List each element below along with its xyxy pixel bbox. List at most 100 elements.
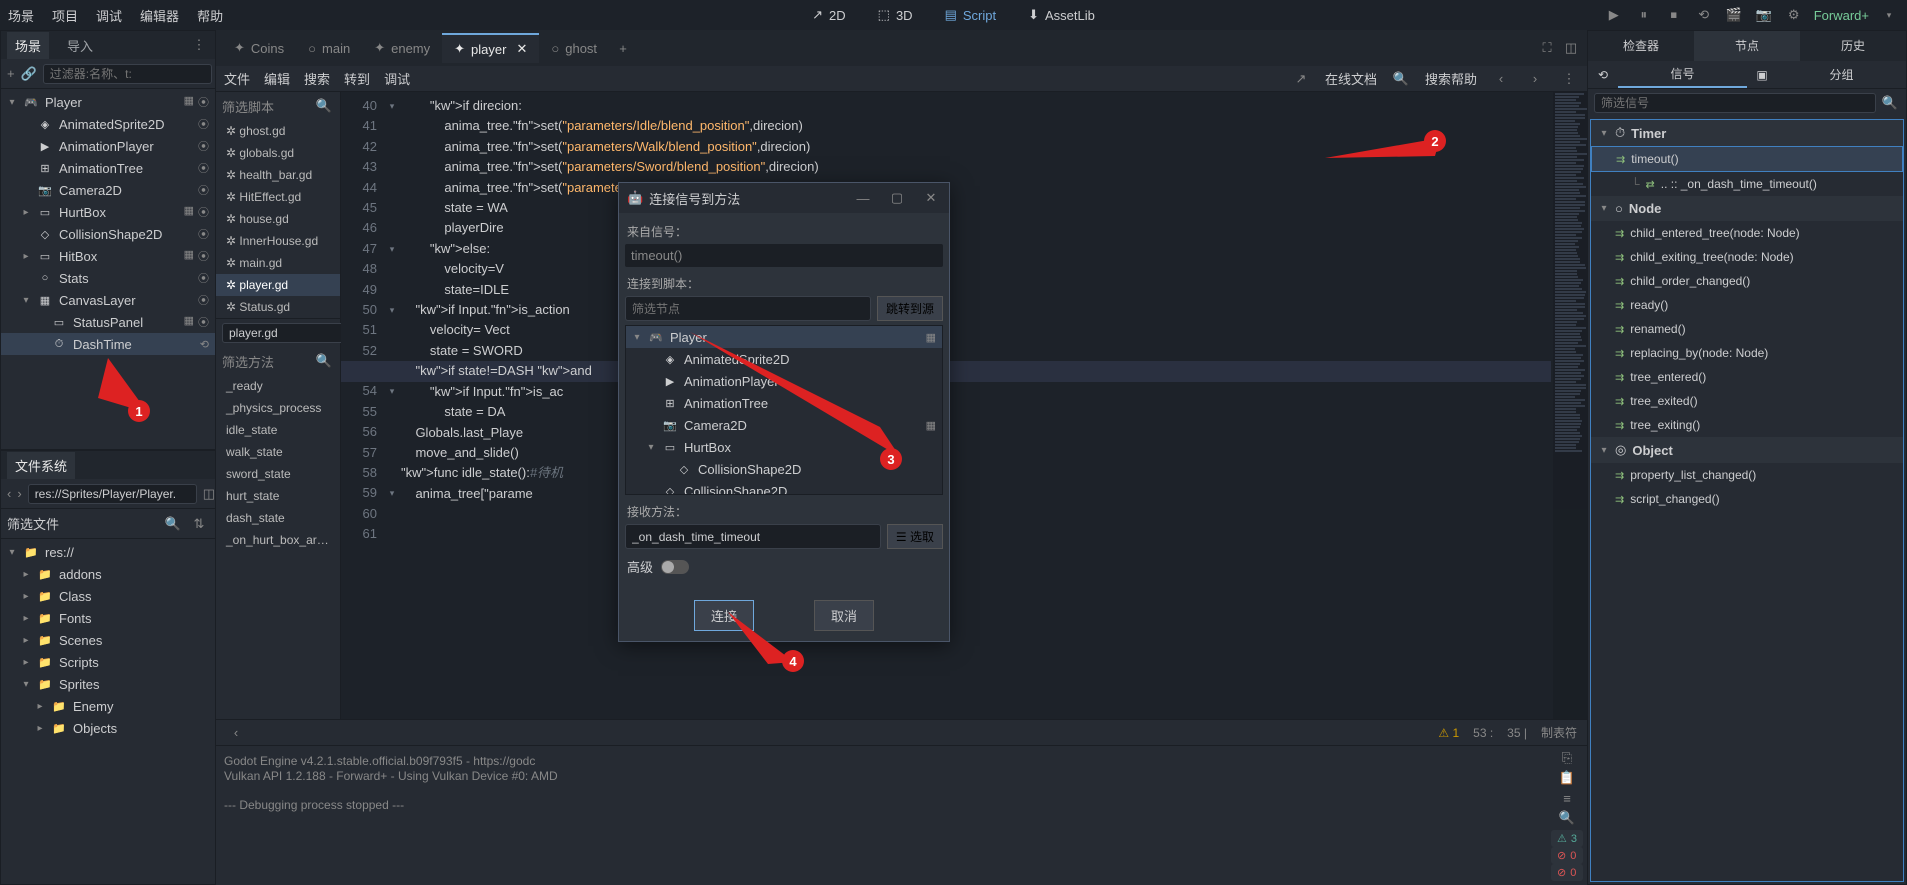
chevron-icon[interactable]: ▾ [7,547,17,558]
workspace-tab-Script[interactable]: ▤ Script [935,3,1007,27]
signal-item[interactable]: └ ⇄ .. :: _on_dash_time_timeout() [1591,172,1903,196]
tail-icon[interactable]: ⟲ [200,338,209,351]
collapse-icon[interactable]: ‹ [226,723,246,743]
chevron-icon[interactable]: ▾ [646,442,656,453]
online-docs-button[interactable]: 在线文档 [1325,69,1377,88]
tail-icon[interactable]: ⦿ [198,226,209,242]
script-item[interactable]: ✲ player.gd [216,274,340,296]
renderer-select[interactable]: Forward+ [1814,8,1869,23]
tail-icon[interactable]: ⦿ [198,292,209,308]
next-icon[interactable]: › [1525,69,1545,89]
link-icon[interactable]: 🔗 [21,64,37,84]
tail-icon[interactable]: ⦿ [198,314,209,330]
tail-icon[interactable]: ▦ [926,419,936,432]
add-tab-icon[interactable]: + [613,38,633,58]
tail-icon[interactable]: ⦿ [198,94,209,110]
search-help-icon[interactable]: 🔍 [1391,69,1411,89]
script-item[interactable]: ✲ globals.gd [216,142,340,164]
advanced-toggle[interactable] [661,560,689,574]
stop-icon[interactable]: ⏹ [1664,5,1684,25]
tail-icon[interactable]: ⦿ [198,270,209,286]
chevron-down-icon[interactable]: ▾ [1599,445,1609,456]
chevron-icon[interactable]: ▸ [21,251,31,262]
tree-node-HitBox[interactable]: ▸▭HitBox▦⦿ [1,245,215,267]
tab-scene[interactable]: 场景 [7,32,49,59]
menu-项目[interactable]: 项目 [52,6,78,25]
signal-item[interactable]: ⇉ property_list_changed() [1591,463,1903,487]
output-badge[interactable]: ⊘ 0 [1551,864,1583,881]
script-item[interactable]: ✲ main.gd [216,252,340,274]
script-tab-main[interactable]: ○ main [296,33,362,63]
tree-node-StatusPanel[interactable]: ▭StatusPanel▦⦿ [1,311,215,333]
tree-node-DashTime[interactable]: ⏱DashTime⟲ [1,333,215,355]
tail-icon[interactable]: ⦿ [198,204,209,220]
signal-item[interactable]: ⇉ tree_exited() [1591,389,1903,413]
method-item[interactable]: idle_state [216,419,340,441]
tree-node-Player[interactable]: ▾🎮Player▦ [626,326,942,348]
remote-icon[interactable]: ⟲ [1694,5,1714,25]
filter-nodes-input[interactable] [625,296,871,321]
method-item[interactable]: _physics_process [216,397,340,419]
script-item[interactable]: ✲ InnerHouse.gd [216,230,340,252]
chevron-icon[interactable]: ▾ [7,97,17,108]
signal-item[interactable]: ⇉ child_exiting_tree(node: Node) [1591,245,1903,269]
signal-item[interactable]: ⇉ child_order_changed() [1591,269,1903,293]
tree-node-Player[interactable]: ▾🎮Player▦⦿ [1,91,215,113]
prev-icon[interactable]: ‹ [1491,69,1511,89]
cancel-button[interactable]: 取消 [814,600,874,631]
chevron-down-icon[interactable]: ▾ [1599,128,1609,139]
signal-item[interactable]: ⇉ renamed() [1591,317,1903,341]
script-item[interactable]: ✲ ghost.gd [216,120,340,142]
tail-icon[interactable]: ▦ [184,204,194,220]
signal-item[interactable]: ⇉ script_changed() [1591,487,1903,511]
close-tab-icon[interactable]: ✕ [516,41,527,57]
tree-node-Class[interactable]: ▸📁Class [1,585,215,607]
tab-history[interactable]: 历史 [1800,31,1906,61]
tree-node-Objects[interactable]: ▸📁Objects [1,717,215,739]
code-editor[interactable]: 4041424344454647484950515253545556575859… [341,92,1587,719]
menu-编辑器[interactable]: 编辑器 [140,6,179,25]
connect-button[interactable]: 连接 [694,600,754,631]
more-icon[interactable]: ⋮ [189,35,209,55]
script-item[interactable]: ✲ house.gd [216,208,340,230]
tail-icon[interactable]: ⦿ [198,182,209,198]
script-menu-编辑[interactable]: 编辑 [264,69,290,88]
method-item[interactable]: _on_hurt_box_ar… [216,529,340,551]
output-badge[interactable]: ⚠ 3 [1551,830,1583,847]
script-item[interactable]: ✲ health_bar.gd [216,164,340,186]
chevron-icon[interactable]: ▸ [21,591,31,602]
more-icon[interactable]: ⋮ [1559,69,1579,89]
rss-icon[interactable]: ⟲ [1588,61,1618,88]
script-menu-调试[interactable]: 调试 [384,69,410,88]
signal-filter-input[interactable] [1594,93,1876,113]
tail-icon[interactable]: ⦿ [198,160,209,176]
search-icon[interactable]: 🔍 [314,351,334,371]
tab-filesystem[interactable]: 文件系统 [7,452,75,479]
tail-icon[interactable]: ▦ [926,331,936,344]
tree-node-CollisionShape2D[interactable]: ◇CollisionShape2D [626,480,942,495]
signal-item[interactable]: ⇉ tree_entered() [1591,365,1903,389]
chevron-icon[interactable]: ▸ [35,723,45,734]
add-node-icon[interactable]: + [7,64,15,84]
chevron-icon[interactable]: ▸ [21,635,31,646]
tail-icon[interactable]: ▦ [184,94,194,110]
split-icon[interactable]: ◫ [203,484,215,504]
chevron-icon[interactable]: ▾ [21,679,31,690]
tree-node-AnimationTree[interactable]: ⊞AnimationTree [626,392,942,414]
tail-icon[interactable]: ▦ [184,248,194,264]
signal-item[interactable]: ⇉ child_entered_tree(node: Node) [1591,221,1903,245]
signal-group-Timer[interactable]: ▾⏱ Timer [1591,120,1903,146]
signal-group-Object[interactable]: ▾◎ Object [1591,437,1903,463]
tree-node-CollisionShape2D[interactable]: ◇CollisionShape2D⦿ [1,223,215,245]
tab-inspector[interactable]: 检查器 [1588,31,1694,61]
tree-node-Camera2D[interactable]: 📷Camera2D▦ [626,414,942,436]
clear-icon[interactable]: ⎘ [1557,750,1577,766]
tail-icon[interactable]: ⦿ [198,138,209,154]
render-icon[interactable]: ⚙ [1784,5,1804,25]
chevron-down-icon[interactable]: ▾ [1599,203,1609,214]
method-item[interactable]: dash_state [216,507,340,529]
tree-node-HurtBox[interactable]: ▸▭HurtBox▦⦿ [1,201,215,223]
sort-icon[interactable]: ⇅ [189,514,209,534]
workspace-tab-3D[interactable]: ⬚ 3D [868,3,923,27]
menu-场景[interactable]: 场景 [8,6,34,25]
